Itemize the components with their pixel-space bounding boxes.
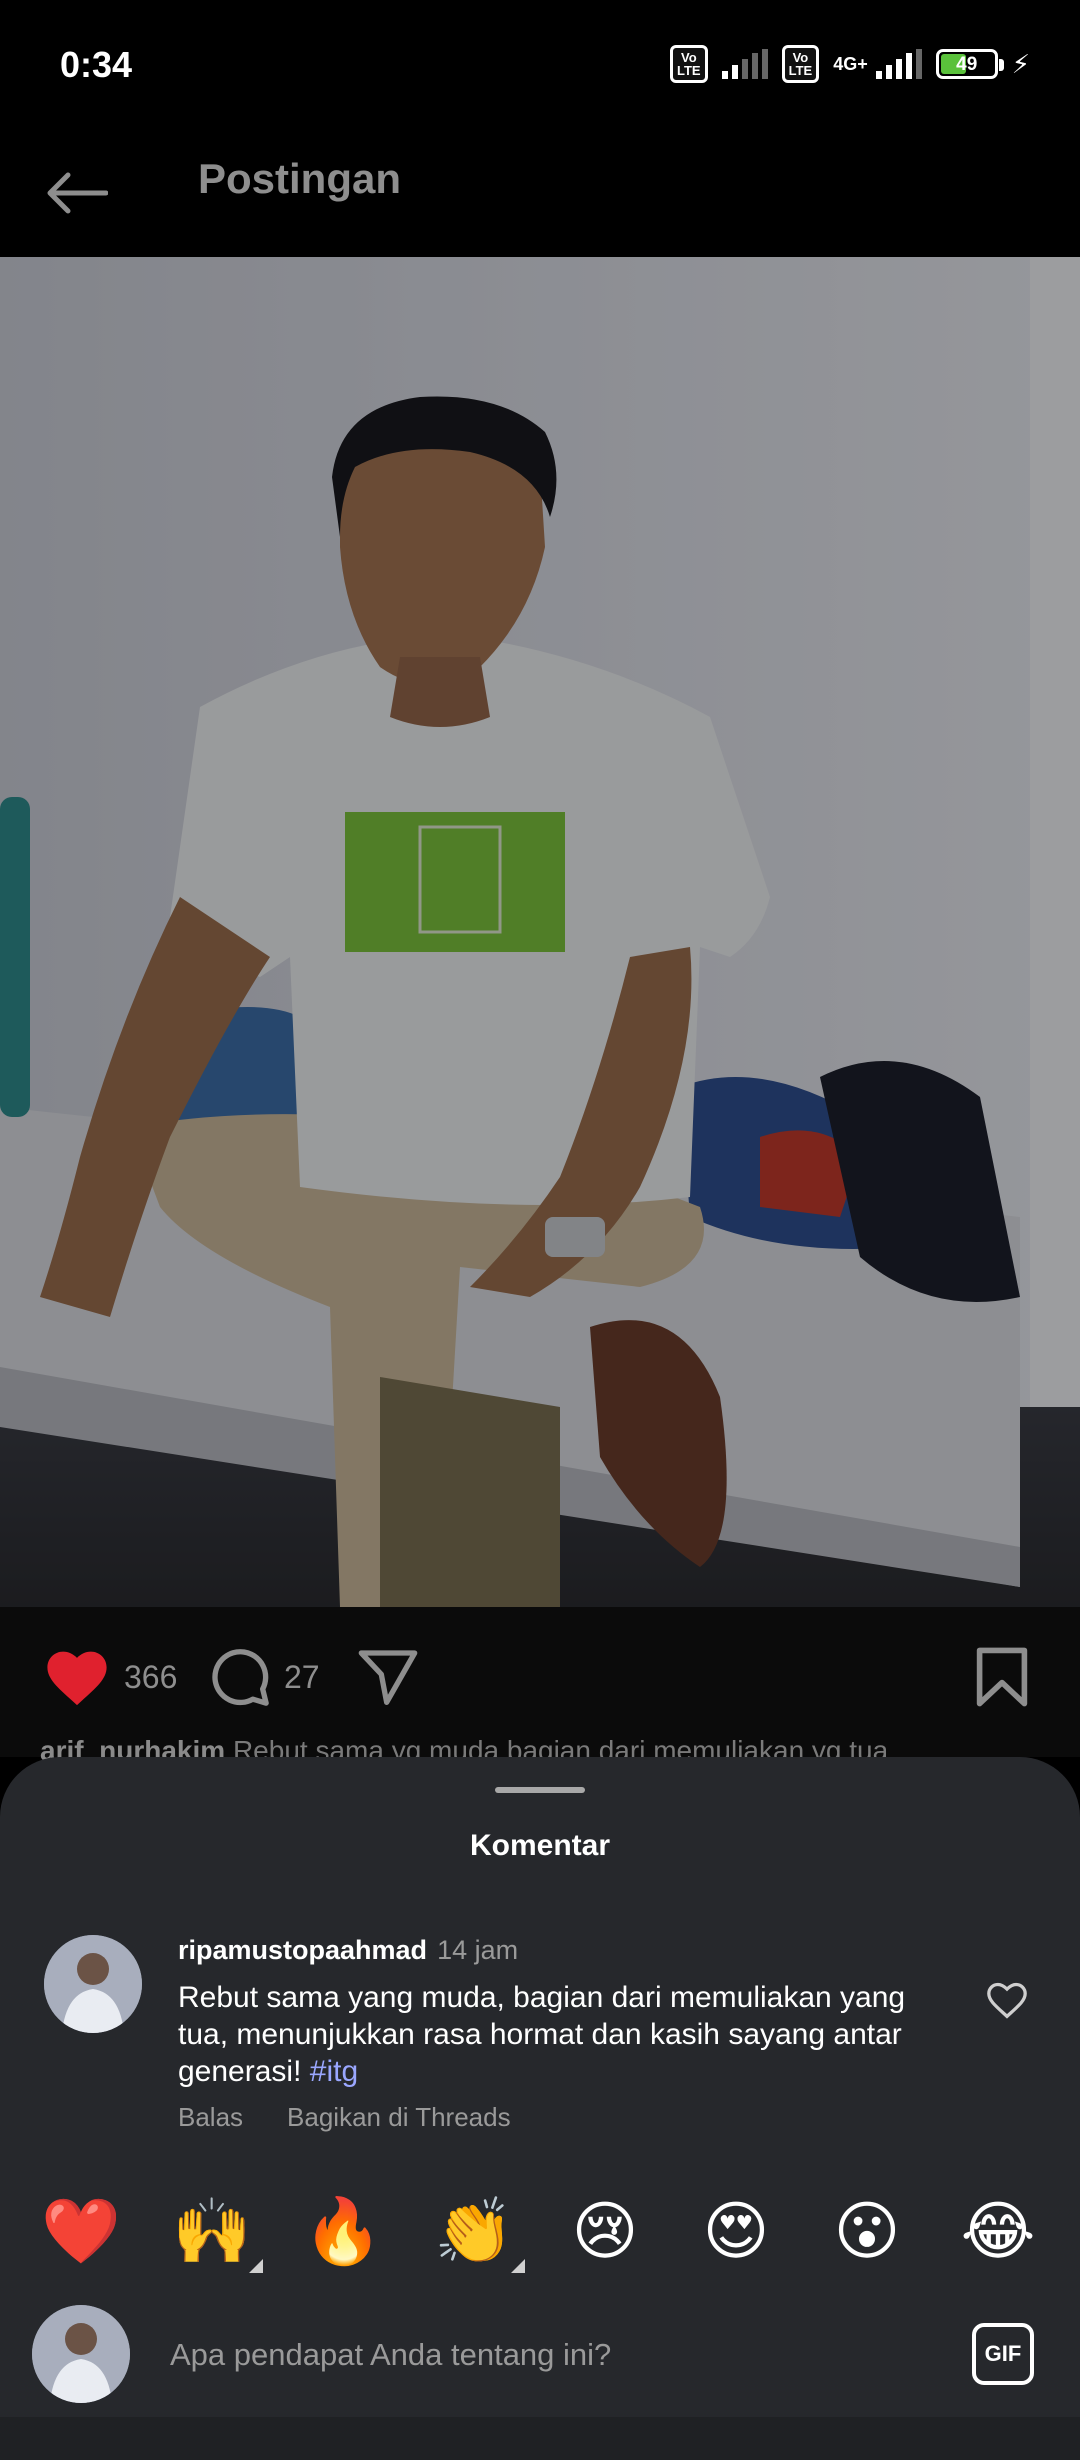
comment-input[interactable] xyxy=(170,2327,920,2383)
heart-outline-icon xyxy=(987,1982,1027,2019)
send-paper-plane-icon xyxy=(358,1650,418,1706)
gif-button[interactable]: GIF xyxy=(972,2323,1034,2385)
battery-icon: 49 xyxy=(935,49,1004,79)
comment-time: 14 jam xyxy=(437,1935,519,1965)
skin-tone-indicator xyxy=(249,2259,263,2273)
comment-header: ripamustopaahmad 14 jam xyxy=(178,1935,518,1966)
reaction-heart-eyes[interactable]: 😍 xyxy=(691,2187,781,2277)
volte-icon: Vo LTE xyxy=(670,45,708,83)
reply-button[interactable]: Balas xyxy=(178,2102,243,2133)
bookmark-icon xyxy=(976,1647,1028,1707)
battery-level: 49 xyxy=(956,54,978,75)
comment-text: Rebut sama yang muda, bagian dari memuli… xyxy=(178,1981,906,2088)
comment-composer: GIF xyxy=(0,2287,1080,2417)
back-button[interactable] xyxy=(36,153,116,233)
comment-button[interactable]: 27 xyxy=(208,1637,320,1717)
share-to-threads-button[interactable]: Bagikan di Threads xyxy=(287,2102,511,2133)
system-nav-bar xyxy=(0,2417,1080,2460)
status-bar: 0:34 Vo LTE Vo LTE 4G+ 49 ⚡ xyxy=(0,0,1080,125)
reaction-laughing[interactable]: 😂 xyxy=(953,2187,1043,2277)
like-comment-button[interactable] xyxy=(982,1975,1032,2025)
comments-sheet: Komentar ripamustopaahmad 14 jam Rebut sa… xyxy=(0,1757,1080,2417)
save-button[interactable] xyxy=(974,1637,1030,1717)
quick-reaction-bar: ❤️ 🙌 🔥 👏 😢 😍 😮 😂 xyxy=(0,2187,1080,2287)
network-type: 4G+ xyxy=(833,53,868,74)
comment-count: 27 xyxy=(284,1658,320,1695)
charging-icon: ⚡ xyxy=(1011,48,1030,79)
reaction-clap-glyph: 👏 xyxy=(434,2195,514,2269)
post-photo[interactable] xyxy=(0,257,1080,1607)
skin-tone-indicator xyxy=(511,2259,525,2273)
page-title: Postingan xyxy=(198,155,402,202)
comment-hashtag[interactable]: #itg xyxy=(310,2055,358,2088)
reaction-fire[interactable]: 🔥 xyxy=(298,2187,388,2277)
comment-body: Rebut sama yang muda, bagian dari memuli… xyxy=(178,1979,958,2090)
screen: 0:34 Vo LTE Vo LTE 4G+ 49 ⚡ Postingan 36… xyxy=(0,0,1080,2460)
reaction-crying[interactable]: 😢 xyxy=(560,2187,650,2277)
comment-actions: Balas Bagikan di Threads xyxy=(178,2102,511,2133)
app-header: Postingan xyxy=(0,125,1080,257)
commenter-avatar[interactable] xyxy=(44,1935,142,2033)
reaction-clap[interactable]: 👏 xyxy=(429,2187,525,2277)
signal-icon xyxy=(721,49,768,79)
comment-username[interactable]: ripamustopaahmad xyxy=(178,1935,427,1965)
status-time: 0:34 xyxy=(60,44,133,85)
sheet-title: Komentar xyxy=(469,1829,611,1862)
reaction-surprised[interactable]: 😮 xyxy=(822,2187,912,2277)
signal-icon xyxy=(875,49,922,79)
reaction-raised-hands[interactable]: 🙌 xyxy=(167,2187,263,2277)
like-count: 366 xyxy=(124,1658,178,1695)
share-button[interactable] xyxy=(356,1637,420,1717)
back-arrow-icon xyxy=(47,172,108,214)
status-icons: Vo LTE Vo LTE 4G+ 49 ⚡ xyxy=(670,44,1030,84)
heart-filled-icon xyxy=(47,1651,107,1706)
own-avatar xyxy=(32,2305,130,2403)
reaction-raised-hands-glyph: 🙌 xyxy=(172,2195,252,2269)
reaction-heart[interactable]: ❤️ xyxy=(36,2187,126,2277)
like-button[interactable]: 366 xyxy=(42,1637,177,1717)
comment-bubble-icon xyxy=(212,1649,269,1706)
sheet-drag-handle[interactable] xyxy=(495,1787,585,1793)
volte-icon: Vo LTE xyxy=(781,45,820,83)
comment-item: ripamustopaahmad 14 jam Rebut sama yang m… xyxy=(0,1927,1080,2157)
